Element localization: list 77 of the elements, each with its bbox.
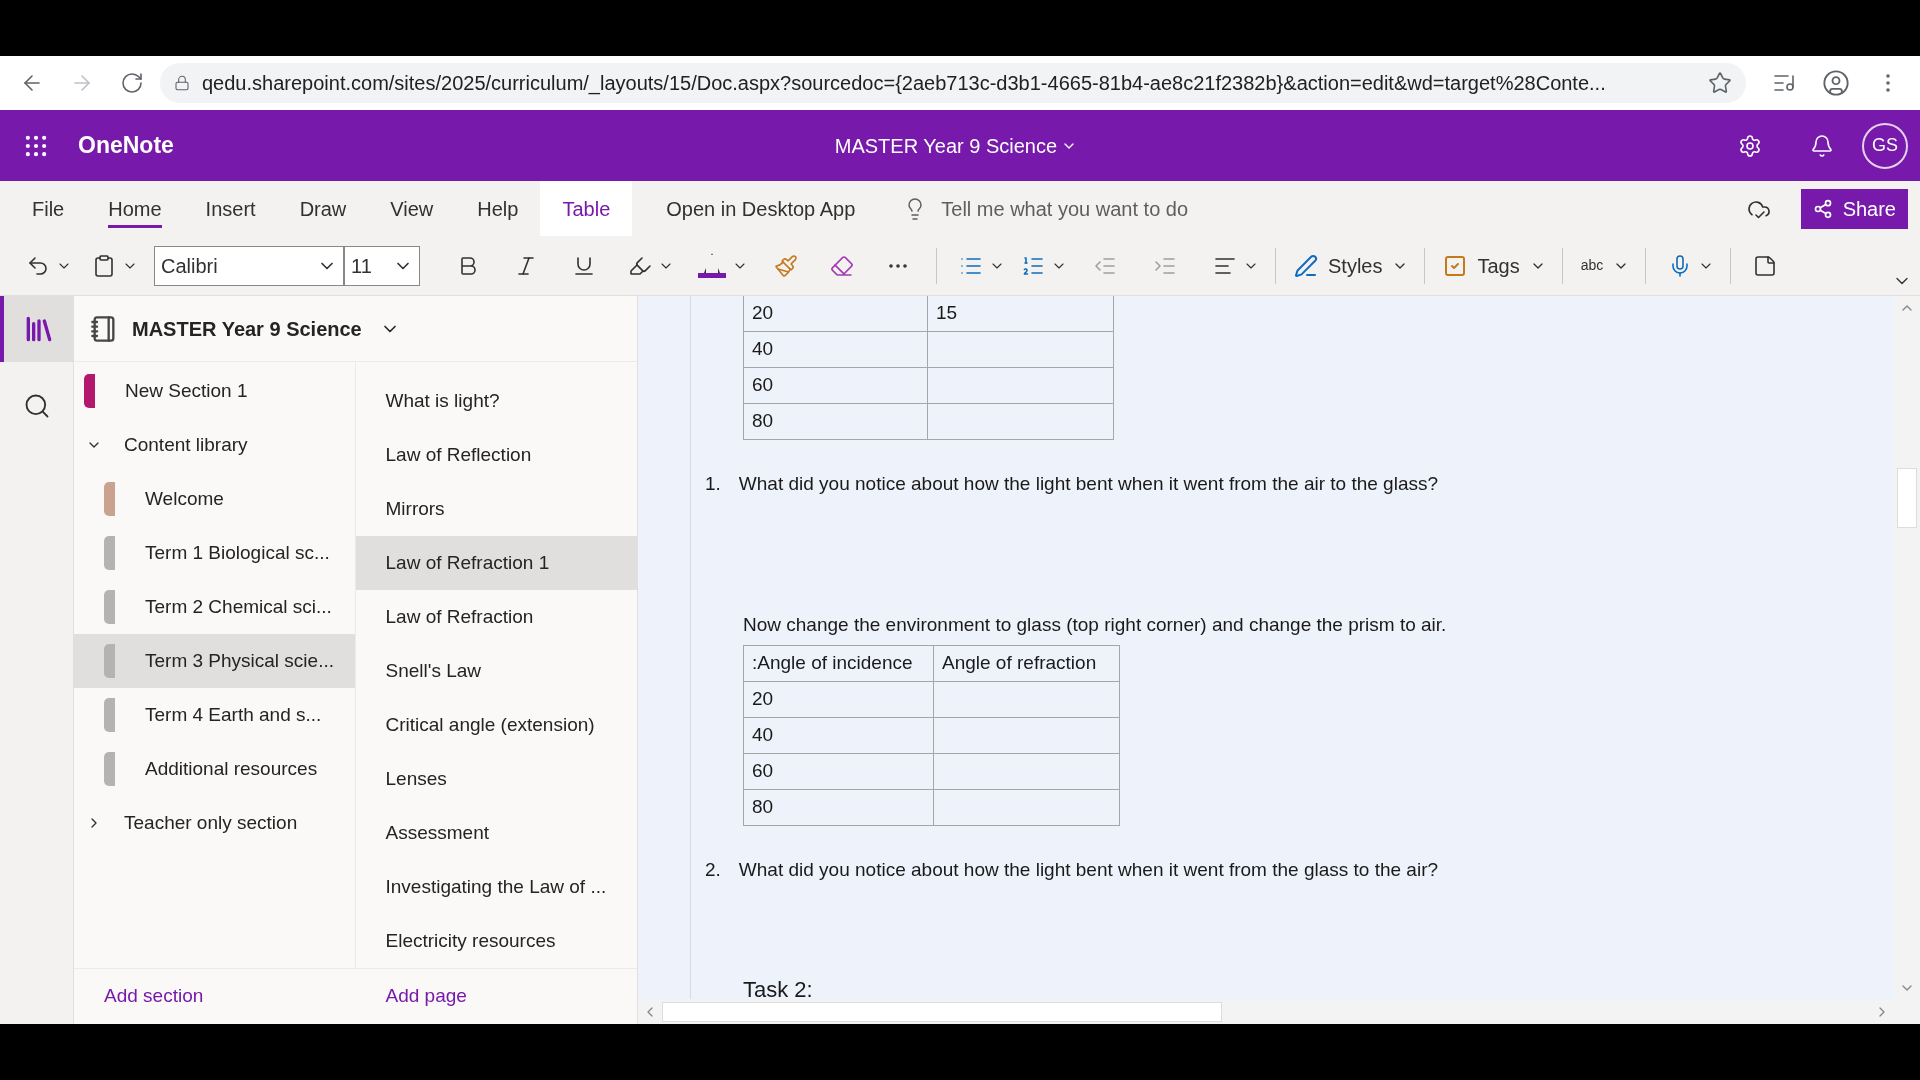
table-cell: 15 <box>927 296 1114 332</box>
url-text: qedu.sharepoint.com/sites/2025/curriculum/_layouts/15/Doc.aspx?sourcedoc={2aeb713c-d3b1-4665-81b4-ae8c21f2382b}&action=edit&wd=target%28Conte... <box>202 71 1607 97</box>
page-item[interactable]: Assessment <box>355 806 637 860</box>
page-item[interactable]: What is light? <box>355 374 637 428</box>
clipboard-icon[interactable] <box>92 253 116 278</box>
ribbon-tab[interactable]: View <box>368 181 456 236</box>
share-button[interactable]: Share <box>1800 188 1908 229</box>
ribbon-tab[interactable]: Home <box>86 181 184 236</box>
add-section-link[interactable]: Add section <box>74 969 356 1024</box>
avatar[interactable]: GS <box>1862 122 1908 169</box>
task-heading: Task 2: <box>743 975 814 1000</box>
notebook-icon <box>90 314 118 343</box>
font-dropdown[interactable]: Calibri <box>154 245 344 286</box>
section-item[interactable]: New Section 1 <box>74 364 355 418</box>
font-size-dropdown[interactable]: 11 <box>344 245 420 286</box>
profile-icon[interactable] <box>1822 69 1850 97</box>
address-bar[interactable]: qedu.sharepoint.com/sites/2025/curriculum/_layouts/15/Doc.aspx?sourcedoc={2aeb713c-d3b1-4665-81b4-ae8c21f2382b}&action=edit&wd=target%28Conte... <box>160 63 1746 103</box>
section-item[interactable]: Term 2 Chemical sci... <box>74 580 355 634</box>
page-item[interactable]: Investigating the Law of ... <box>355 860 637 914</box>
instruction-text: Now change the environment to glass (top right corner) and change the prism to air. <box>743 612 1448 637</box>
table-cell: 80 <box>743 789 934 826</box>
scrollbar-thumb[interactable] <box>662 1002 1222 1022</box>
page-item[interactable]: Electricity resources <box>355 914 637 968</box>
section-item[interactable]: Additional resources <box>74 742 355 796</box>
page-item[interactable]: Law of Reflection <box>355 428 637 482</box>
table-cell: 80 <box>743 403 928 440</box>
question-text: 1. What did you notice about how the light bent when it went from the air to the glass? <box>705 472 1440 496</box>
settings-icon[interactable] <box>1738 133 1762 158</box>
clear-formatting-icon[interactable] <box>830 253 854 278</box>
styles-button[interactable]: Styles <box>1294 250 1409 281</box>
section-group[interactable]: Teacher only section <box>74 796 355 850</box>
ribbon-tab[interactable]: Draw <box>277 181 369 236</box>
page-item[interactable]: Critical angle (extension) <box>355 698 637 752</box>
star-icon[interactable] <box>1708 71 1732 95</box>
notebooks-rail-button[interactable] <box>0 296 73 362</box>
app-name: OneNote <box>78 131 174 161</box>
open-desktop-button[interactable]: Open in Desktop App <box>666 193 856 224</box>
page-item[interactable]: Lenses <box>355 752 637 806</box>
table-cell: 60 <box>743 753 934 790</box>
section-item[interactable]: Term 3 Physical scie... <box>74 634 355 688</box>
section-item[interactable]: Term 1 Biological sc... <box>74 526 355 580</box>
add-page-link[interactable]: Add page <box>355 969 637 1024</box>
pen-icon <box>1294 253 1318 278</box>
section-item[interactable]: Welcome <box>74 472 355 526</box>
lock-icon <box>174 75 190 91</box>
reload-icon[interactable] <box>120 71 144 95</box>
vertical-scrollbar[interactable] <box>1894 296 1920 1000</box>
ribbon-tab[interactable]: Insert <box>183 181 278 236</box>
bell-icon[interactable] <box>1810 133 1834 158</box>
table-header-cell: :Angle of incidence <box>743 645 934 682</box>
notebook-title-button[interactable]: MASTER Year 9 Science <box>834 130 1078 161</box>
section-group[interactable]: Content library <box>74 418 355 472</box>
tell-me-field[interactable]: Tell me what you want to do <box>903 193 1189 224</box>
page-item[interactable]: Mirrors <box>355 482 637 536</box>
spelling-button[interactable]: abc <box>1580 255 1630 276</box>
section-item[interactable]: Term 4 Earth and s... <box>74 688 355 742</box>
note-icon[interactable] <box>1753 253 1778 278</box>
scrollbar-thumb[interactable] <box>1897 468 1917 528</box>
format-painter-icon[interactable] <box>774 253 798 278</box>
table-cell: 40 <box>743 331 928 368</box>
horizontal-scrollbar[interactable] <box>638 1000 1920 1024</box>
table-cell: 20 <box>743 296 928 332</box>
table-cell: 20 <box>743 681 934 718</box>
notebook-switcher[interactable]: MASTER Year 9 Science <box>132 313 400 344</box>
tags-button[interactable]: Tags <box>1443 250 1546 281</box>
tag-check-icon <box>1443 253 1468 278</box>
page-item[interactable]: Snell's Law <box>355 644 637 698</box>
share-icon <box>1812 198 1833 219</box>
table-header-cell: Angle of refraction <box>933 645 1120 682</box>
ribbon-tab[interactable]: Table <box>540 181 633 236</box>
question-text: 2. What did you notice about how the light bent when it went from the glass to the air? <box>705 858 1440 882</box>
page-item[interactable]: Law of Refraction 1 <box>355 536 637 590</box>
table-cell: 40 <box>743 717 934 754</box>
page-item[interactable]: Law of Refraction <box>355 590 637 644</box>
ribbon-tab[interactable]: Help <box>455 181 541 236</box>
table-cell: 60 <box>743 367 928 404</box>
ribbon-tab[interactable]: File <box>0 181 87 236</box>
